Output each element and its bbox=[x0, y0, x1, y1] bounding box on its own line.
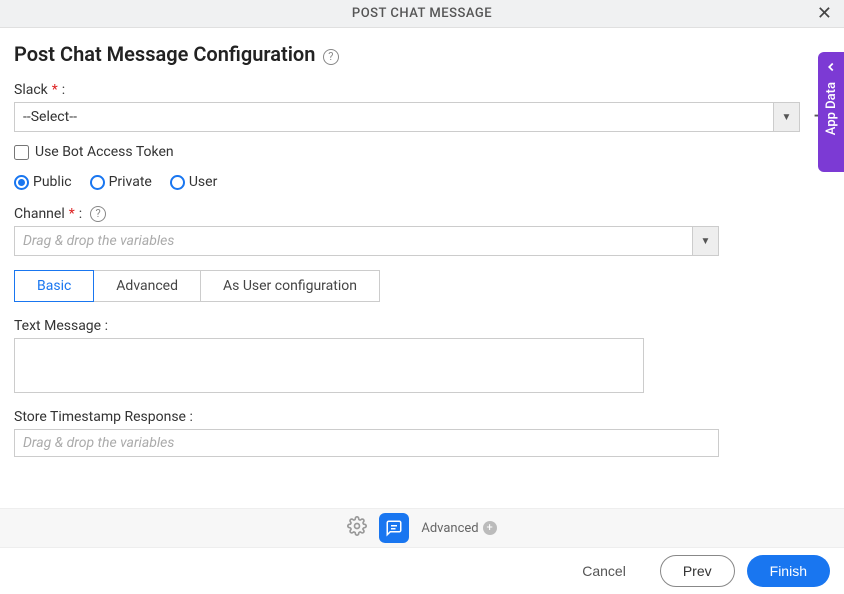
close-icon[interactable]: ✕ bbox=[817, 5, 832, 23]
radio-circle-icon bbox=[14, 175, 29, 190]
radio-circle-icon bbox=[170, 175, 185, 190]
chevron-down-icon[interactable]: ▼ bbox=[692, 227, 718, 255]
radio-circle-icon bbox=[90, 175, 105, 190]
required-marker: * bbox=[69, 206, 75, 222]
radio-private[interactable]: Private bbox=[90, 174, 152, 190]
cancel-button[interactable]: Cancel bbox=[560, 556, 648, 586]
app-data-label: App Data bbox=[824, 82, 839, 135]
modal-header: POST CHAT MESSAGE ✕ bbox=[0, 0, 844, 28]
help-icon[interactable]: ? bbox=[90, 206, 106, 222]
timestamp-label: Store Timestamp Response : bbox=[14, 409, 830, 425]
bottom-toolbar: Advanced + bbox=[0, 508, 844, 548]
required-marker: * bbox=[52, 82, 58, 98]
channel-label: Channel * : ? bbox=[14, 206, 830, 222]
channel-select[interactable]: Drag & drop the variables ▼ bbox=[14, 226, 719, 256]
radio-user-label: User bbox=[189, 174, 217, 190]
bot-token-label: Use Bot Access Token bbox=[35, 144, 174, 160]
modal-title: POST CHAT MESSAGE bbox=[352, 6, 492, 21]
page-title: Post Chat Message Configuration bbox=[14, 42, 315, 66]
slack-label: Slack * : bbox=[14, 82, 830, 98]
finish-button[interactable]: Finish bbox=[747, 555, 830, 587]
slack-field: Slack * : --Select-- ▼ + bbox=[14, 82, 830, 132]
bot-token-row[interactable]: Use Bot Access Token bbox=[14, 144, 830, 160]
slack-select-value: --Select-- bbox=[15, 109, 773, 125]
gear-icon[interactable] bbox=[347, 516, 367, 540]
channel-label-text: Channel bbox=[14, 206, 65, 222]
timestamp-field: Store Timestamp Response : Drag & drop t… bbox=[14, 409, 830, 457]
timestamp-input[interactable]: Drag & drop the variables bbox=[14, 429, 719, 457]
content-area: Post Chat Message Configuration ? Slack … bbox=[0, 28, 844, 457]
radio-public[interactable]: Public bbox=[14, 174, 72, 190]
chevron-left-icon bbox=[824, 60, 838, 74]
bot-token-checkbox[interactable] bbox=[14, 145, 29, 160]
tab-advanced[interactable]: Advanced bbox=[94, 270, 201, 302]
text-message-label: Text Message : bbox=[14, 318, 830, 334]
app-data-tab[interactable]: App Data bbox=[818, 52, 844, 172]
channel-placeholder: Drag & drop the variables bbox=[15, 233, 692, 249]
slack-label-text: Slack bbox=[14, 82, 48, 98]
radio-public-label: Public bbox=[33, 174, 72, 190]
radio-private-label: Private bbox=[109, 174, 152, 190]
advanced-toggle-label: Advanced bbox=[421, 521, 478, 536]
radio-user[interactable]: User bbox=[170, 174, 217, 190]
advanced-toggle[interactable]: Advanced + bbox=[421, 521, 496, 536]
help-icon[interactable]: ? bbox=[323, 49, 339, 65]
chat-icon[interactable] bbox=[379, 513, 409, 543]
tab-row: Basic Advanced As User configuration bbox=[14, 270, 830, 302]
tab-basic[interactable]: Basic bbox=[14, 270, 94, 302]
channel-field: Channel * : ? Drag & drop the variables … bbox=[14, 206, 830, 256]
slack-select[interactable]: --Select-- ▼ bbox=[14, 102, 800, 132]
chevron-down-icon[interactable]: ▼ bbox=[773, 103, 799, 131]
visibility-row: Public Private User bbox=[14, 174, 830, 190]
text-message-field: Text Message : bbox=[14, 318, 830, 393]
tab-as-user[interactable]: As User configuration bbox=[201, 270, 380, 302]
prev-button[interactable]: Prev bbox=[660, 555, 735, 587]
plus-circle-icon: + bbox=[483, 521, 497, 535]
text-message-input[interactable] bbox=[14, 338, 644, 393]
footer: Cancel Prev Finish bbox=[0, 548, 844, 594]
timestamp-placeholder: Drag & drop the variables bbox=[23, 435, 174, 451]
